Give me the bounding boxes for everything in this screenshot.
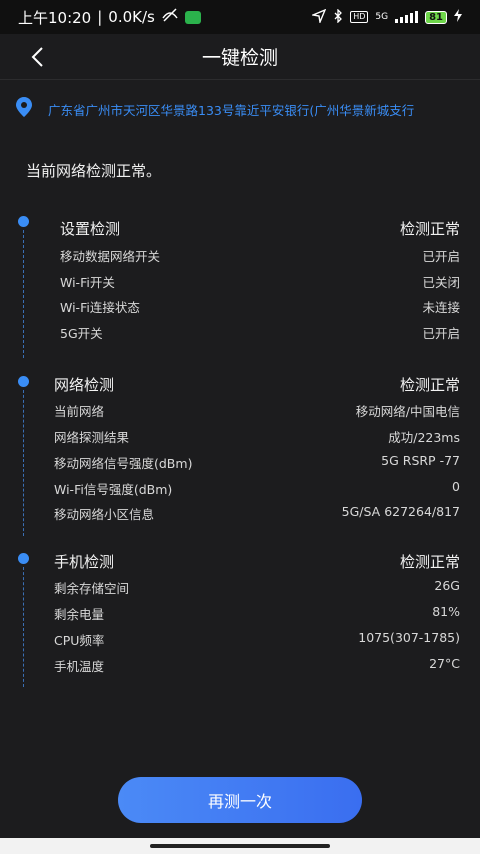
home-indicator[interactable] [150, 844, 330, 848]
section-header: 手机检测 检测正常 [54, 551, 460, 572]
app-header: 一键检测 [0, 34, 480, 80]
list-item: Wi-Fi开关 已关闭 [60, 272, 460, 291]
list-item: 移动网络小区信息 5G/SA 627264/817 [54, 504, 460, 523]
item-label: 手机温度 [54, 659, 105, 674]
item-value: 移动网络/中国电信 [355, 404, 460, 419]
item-value: 26G [434, 578, 460, 593]
retest-button[interactable]: 再测一次 [118, 777, 362, 823]
item-label: 移动网络小区信息 [54, 507, 155, 522]
summary-text: 当前网络检测正常。 [26, 162, 162, 180]
location-arrow-icon [310, 8, 327, 26]
item-label: 剩余电量 [54, 607, 105, 622]
page-title: 一键检测 [201, 47, 278, 69]
list-item: Wi-Fi信号强度(dBm) 0 [54, 479, 460, 498]
status-network-speed: 0.0K/s [108, 8, 155, 26]
wechat-icon [184, 10, 201, 24]
item-label: Wi-Fi信号强度(dBm) [54, 482, 173, 497]
list-item: 移动数据网络开关 已开启 [60, 246, 460, 265]
timeline-line [23, 567, 24, 687]
charging-icon [454, 9, 462, 25]
timeline-dot [18, 376, 29, 387]
battery-icon: 81 [425, 10, 447, 24]
item-value: 成功/223ms [388, 430, 460, 445]
item-value: 未连接 [422, 300, 460, 315]
network-type: 5G [375, 12, 389, 22]
list-item: 手机温度 27°C [54, 656, 460, 675]
list-item: CPU频率 1075(307-1785) [54, 630, 460, 649]
list-item: 移动网络信号强度(dBm) 5G RSRP -77 [54, 453, 460, 472]
item-label: 当前网络 [54, 404, 105, 419]
item-label: 剩余存储空间 [54, 581, 130, 596]
list-item: 剩余电量 81% [54, 604, 460, 623]
timeline-line [23, 230, 24, 358]
list-item: 当前网络 移动网络/中国电信 [54, 401, 460, 420]
item-value: 27°C [429, 656, 460, 671]
bluetooth-icon [333, 7, 343, 26]
list-item: 5G开关 已开启 [60, 323, 460, 342]
timeline-line [23, 390, 24, 536]
list-item: Wi-Fi连接状态 未连接 [60, 297, 460, 316]
location-bar: 广东省广州市天河区华景路133号靠近平安银行(广州华景新城支行 [14, 96, 470, 122]
section-title: 手机检测 [54, 553, 115, 571]
timeline-dot [18, 216, 29, 227]
location-pin-icon [14, 96, 34, 122]
item-value: 5G RSRP -77 [381, 453, 460, 468]
list-item: 网络探测结果 成功/223ms [54, 427, 460, 446]
back-button[interactable] [22, 42, 52, 72]
section-status: 检测正常 [399, 220, 460, 238]
item-label: 移动网络信号强度(dBm) [54, 456, 193, 471]
item-value: 81% [432, 604, 460, 619]
section-status: 检测正常 [399, 553, 460, 571]
item-label: 移动数据网络开关 [60, 249, 161, 264]
status-bar: 上午10:20 | 0.0K/s HD 5G 81 [0, 0, 480, 34]
item-label: 网络探测结果 [54, 430, 130, 445]
timeline-dot [18, 553, 29, 564]
item-value: 已开启 [422, 326, 460, 341]
item-value: 1075(307-1785) [358, 630, 460, 645]
item-value: 已开启 [422, 249, 460, 264]
section-title: 网络检测 [54, 376, 115, 394]
location-address: 广东省广州市天河区华景路133号靠近平安银行(广州华景新城支行 [48, 102, 415, 118]
section-title: 设置检测 [60, 220, 121, 238]
mute-icon [161, 8, 179, 26]
item-label: Wi-Fi连接状态 [60, 300, 140, 315]
section-header: 网络检测 检测正常 [54, 374, 460, 395]
item-value: 5G/SA 627264/817 [341, 504, 460, 519]
chevron-left-icon [31, 47, 43, 67]
item-value: 0 [452, 479, 460, 494]
item-value: 已关闭 [422, 275, 460, 290]
section-header: 设置检测 检测正常 [60, 218, 460, 239]
status-time: 上午10:20 [18, 8, 92, 27]
signal-icon [395, 11, 419, 23]
section-status: 检测正常 [399, 376, 460, 394]
item-label: Wi-Fi开关 [60, 275, 115, 290]
item-label: 5G开关 [60, 326, 103, 341]
status-divider: | [97, 8, 103, 26]
list-item: 剩余存储空间 26G [54, 578, 460, 597]
item-label: CPU频率 [54, 633, 105, 648]
hd-badge: HD [350, 11, 369, 23]
